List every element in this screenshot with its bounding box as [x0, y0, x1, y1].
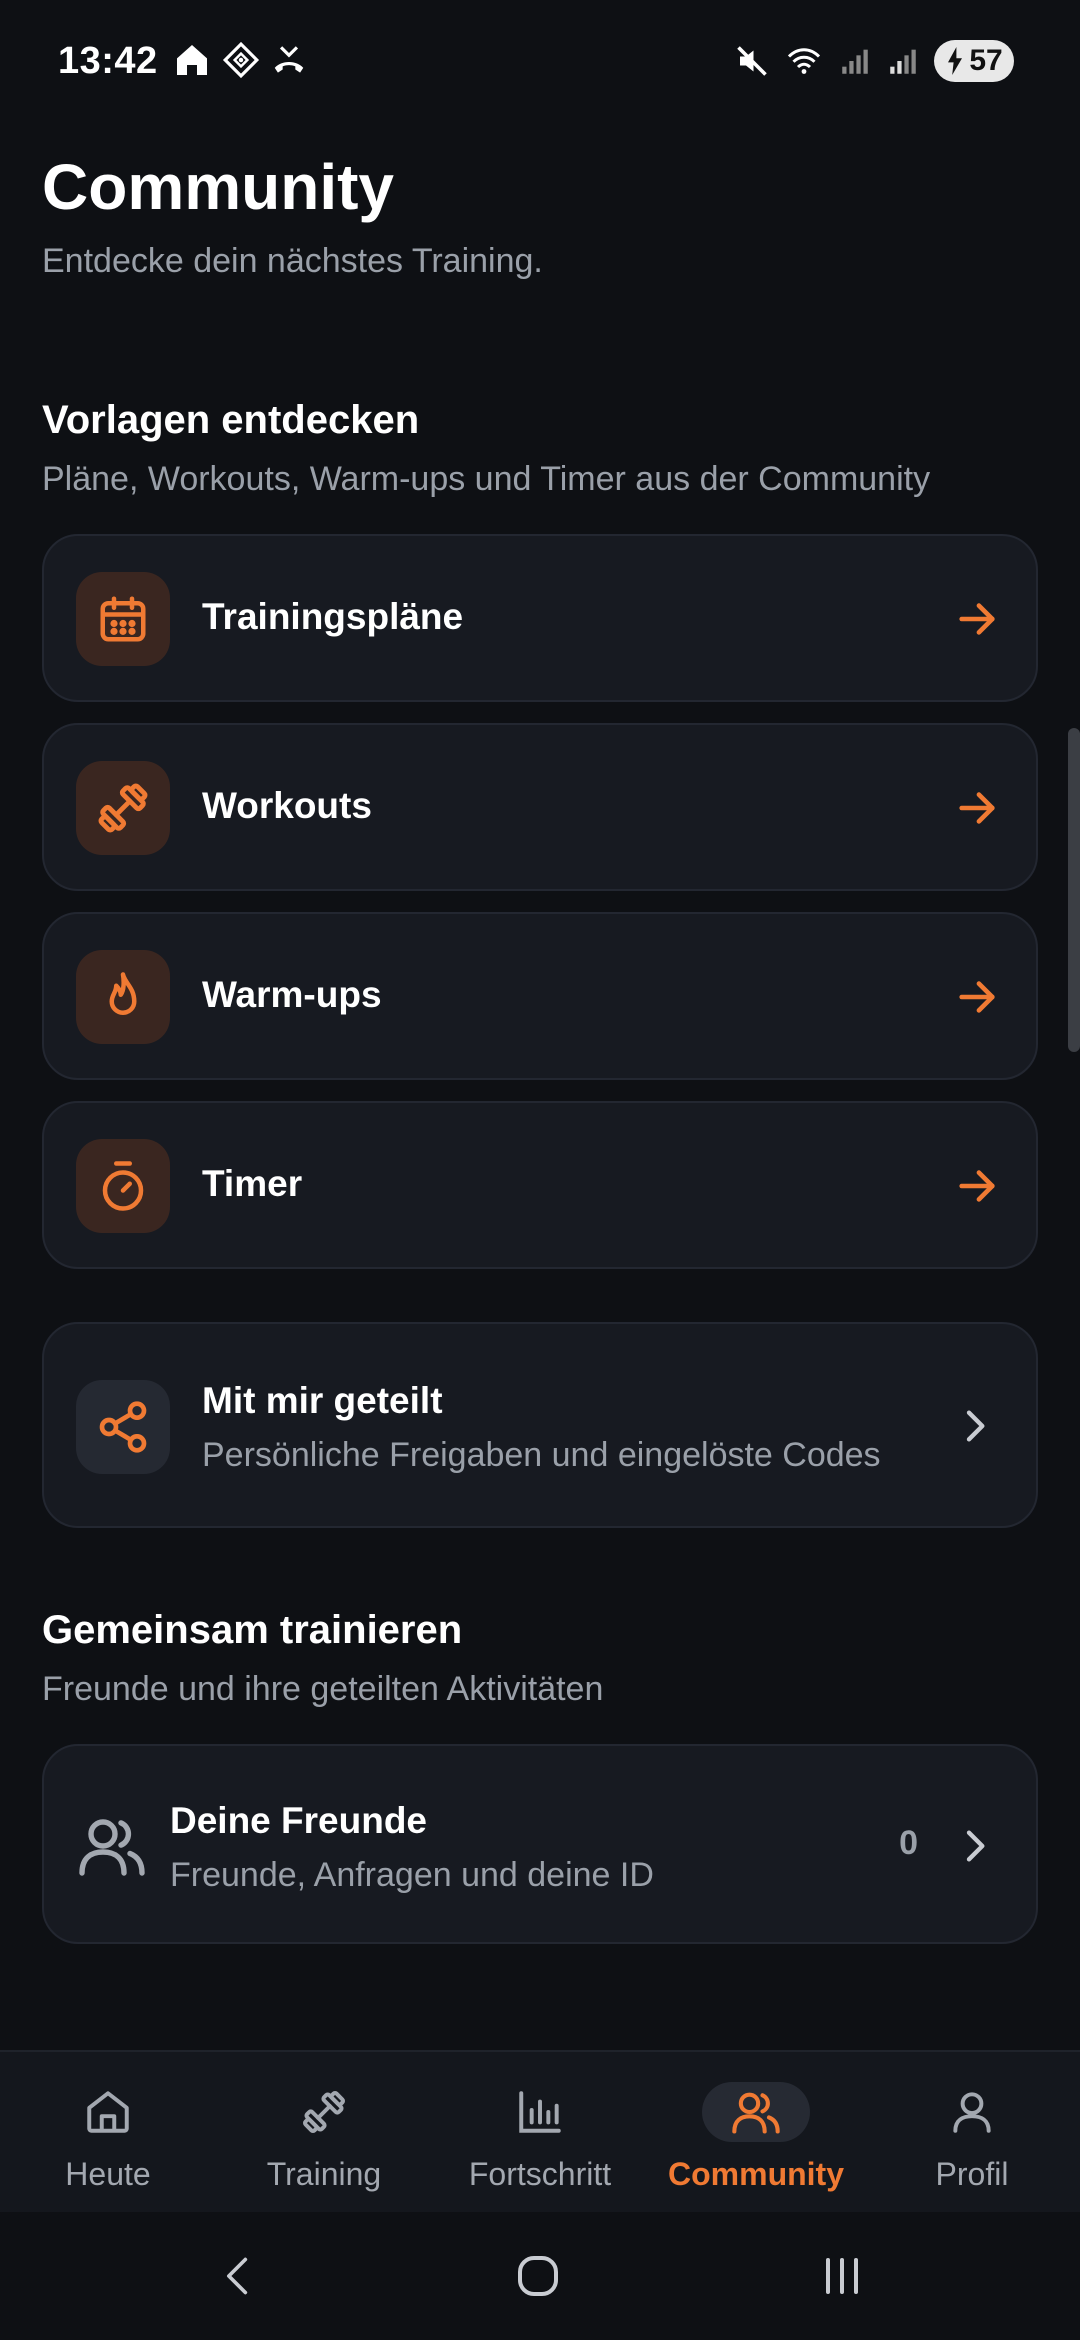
status-left-icons [172, 40, 308, 80]
battery-indicator: 57 [934, 40, 1014, 82]
category-label: Workouts [202, 785, 372, 826]
shared-subtitle: Persönliche Freigaben und eingelöste Cod… [202, 1436, 881, 1474]
nav-label: Profil [935, 2156, 1009, 2192]
back-icon [227, 2257, 248, 2295]
wifi-icon [787, 48, 821, 74]
friends-title: Deine Freunde [170, 1800, 427, 1841]
back-button[interactable] [208, 2246, 268, 2306]
nav-item-profil[interactable]: Profil [864, 2052, 1080, 2214]
category-card-workouts[interactable]: Workouts [42, 723, 1038, 891]
charging-icon [948, 47, 963, 75]
home-status-icon [177, 45, 207, 75]
arrow-right-icon [959, 1170, 995, 1202]
nav-label: Training [266, 2156, 382, 2192]
signal-icon [842, 49, 868, 74]
chevron-right-icon [966, 1410, 985, 1442]
home-button[interactable] [508, 2246, 568, 2306]
status-time: 13:42 [58, 40, 158, 82]
recents-icon [826, 2258, 858, 2294]
home-circle-icon [518, 2256, 558, 2296]
category-card-warmups[interactable]: Warm-ups [42, 912, 1038, 1080]
page-subtitle: Entdecke dein nächstes Training. [42, 242, 543, 280]
category-label: Trainingspläne [202, 596, 464, 637]
templates-section-title: Vorlagen entdecken [42, 398, 420, 442]
bottom-nav: Heute Training Fortschritt Community Pro… [0, 2050, 1080, 2212]
nav-icon-wrap [270, 2082, 378, 2142]
shared-with-me-card[interactable]: Mit mir geteilt Persönliche Freigaben un… [42, 1322, 1038, 1528]
stopwatch-icon [102, 1161, 144, 1211]
recents-button[interactable] [812, 2246, 872, 2306]
shared-title: Mit mir geteilt [202, 1380, 443, 1421]
category-icon-box [76, 1139, 170, 1233]
bar-chart-icon [519, 2091, 561, 2133]
category-icon-box [76, 572, 170, 666]
nav-label: Community [668, 2156, 844, 2192]
together-section-subtitle: Freunde und ihre geteilten Aktivitäten [42, 1670, 604, 1708]
system-nav-bar [0, 2212, 1080, 2340]
category-icon-box [76, 761, 170, 855]
missed-call-icon [274, 46, 304, 73]
nav-item-heute[interactable]: Heute [0, 2052, 216, 2214]
category-label: Warm-ups [202, 974, 382, 1015]
nav-icon-wrap [486, 2082, 594, 2142]
category-icon-box [76, 950, 170, 1044]
nav-label: Heute [65, 2156, 151, 2192]
arrow-right-icon [959, 792, 995, 824]
shared-icon-box [76, 1380, 170, 1474]
category-label: Timer [202, 1163, 303, 1204]
arrow-right-icon [959, 981, 995, 1013]
friends-card[interactable]: Deine Freunde Freunde, Anfragen und dein… [42, 1744, 1038, 1944]
nav-label: Fortschritt [468, 2156, 612, 2192]
users-icon [732, 2092, 780, 2134]
nav-item-community[interactable]: Community [648, 2052, 864, 2214]
user-icon [953, 2092, 991, 2133]
status-bar: 13:42 57 [0, 0, 1080, 120]
signal-icon-2 [890, 49, 916, 74]
dumbbell-icon [302, 2090, 346, 2134]
category-card-timer[interactable]: Timer [42, 1101, 1038, 1269]
chevron-right-icon [966, 1830, 985, 1862]
nav-icon-wrap [54, 2082, 162, 2142]
users-icon [79, 1819, 145, 1876]
pattern-status-icon [222, 41, 260, 79]
nav-icon-wrap [702, 2082, 810, 2142]
mute-icon [737, 46, 767, 76]
nav-item-training[interactable]: Training [216, 2052, 432, 2214]
together-section-title: Gemeinsam trainieren [42, 1608, 463, 1652]
nav-item-fortschritt[interactable]: Fortschritt [432, 2052, 648, 2214]
nav-icon-wrap [918, 2082, 1026, 2142]
status-right-icons: 57 [734, 40, 1014, 82]
battery-level: 57 [969, 44, 1003, 77]
share-icon [99, 1401, 147, 1453]
templates-section-subtitle: Pläne, Workouts, Warm-ups und Timer aus … [42, 460, 931, 498]
scrollbar[interactable] [1068, 728, 1080, 1052]
arrow-right-icon [959, 603, 995, 635]
friends-subtitle: Freunde, Anfragen und deine ID [170, 1856, 654, 1894]
dumbbell-icon [98, 783, 148, 833]
home-icon [87, 2091, 129, 2133]
category-card-trainingsplaene[interactable]: Trainingspläne [42, 534, 1038, 702]
page-title: Community [42, 151, 394, 223]
calendar-icon [100, 596, 146, 642]
flame-icon [109, 972, 137, 1015]
friends-count: 0 [899, 1824, 918, 1862]
